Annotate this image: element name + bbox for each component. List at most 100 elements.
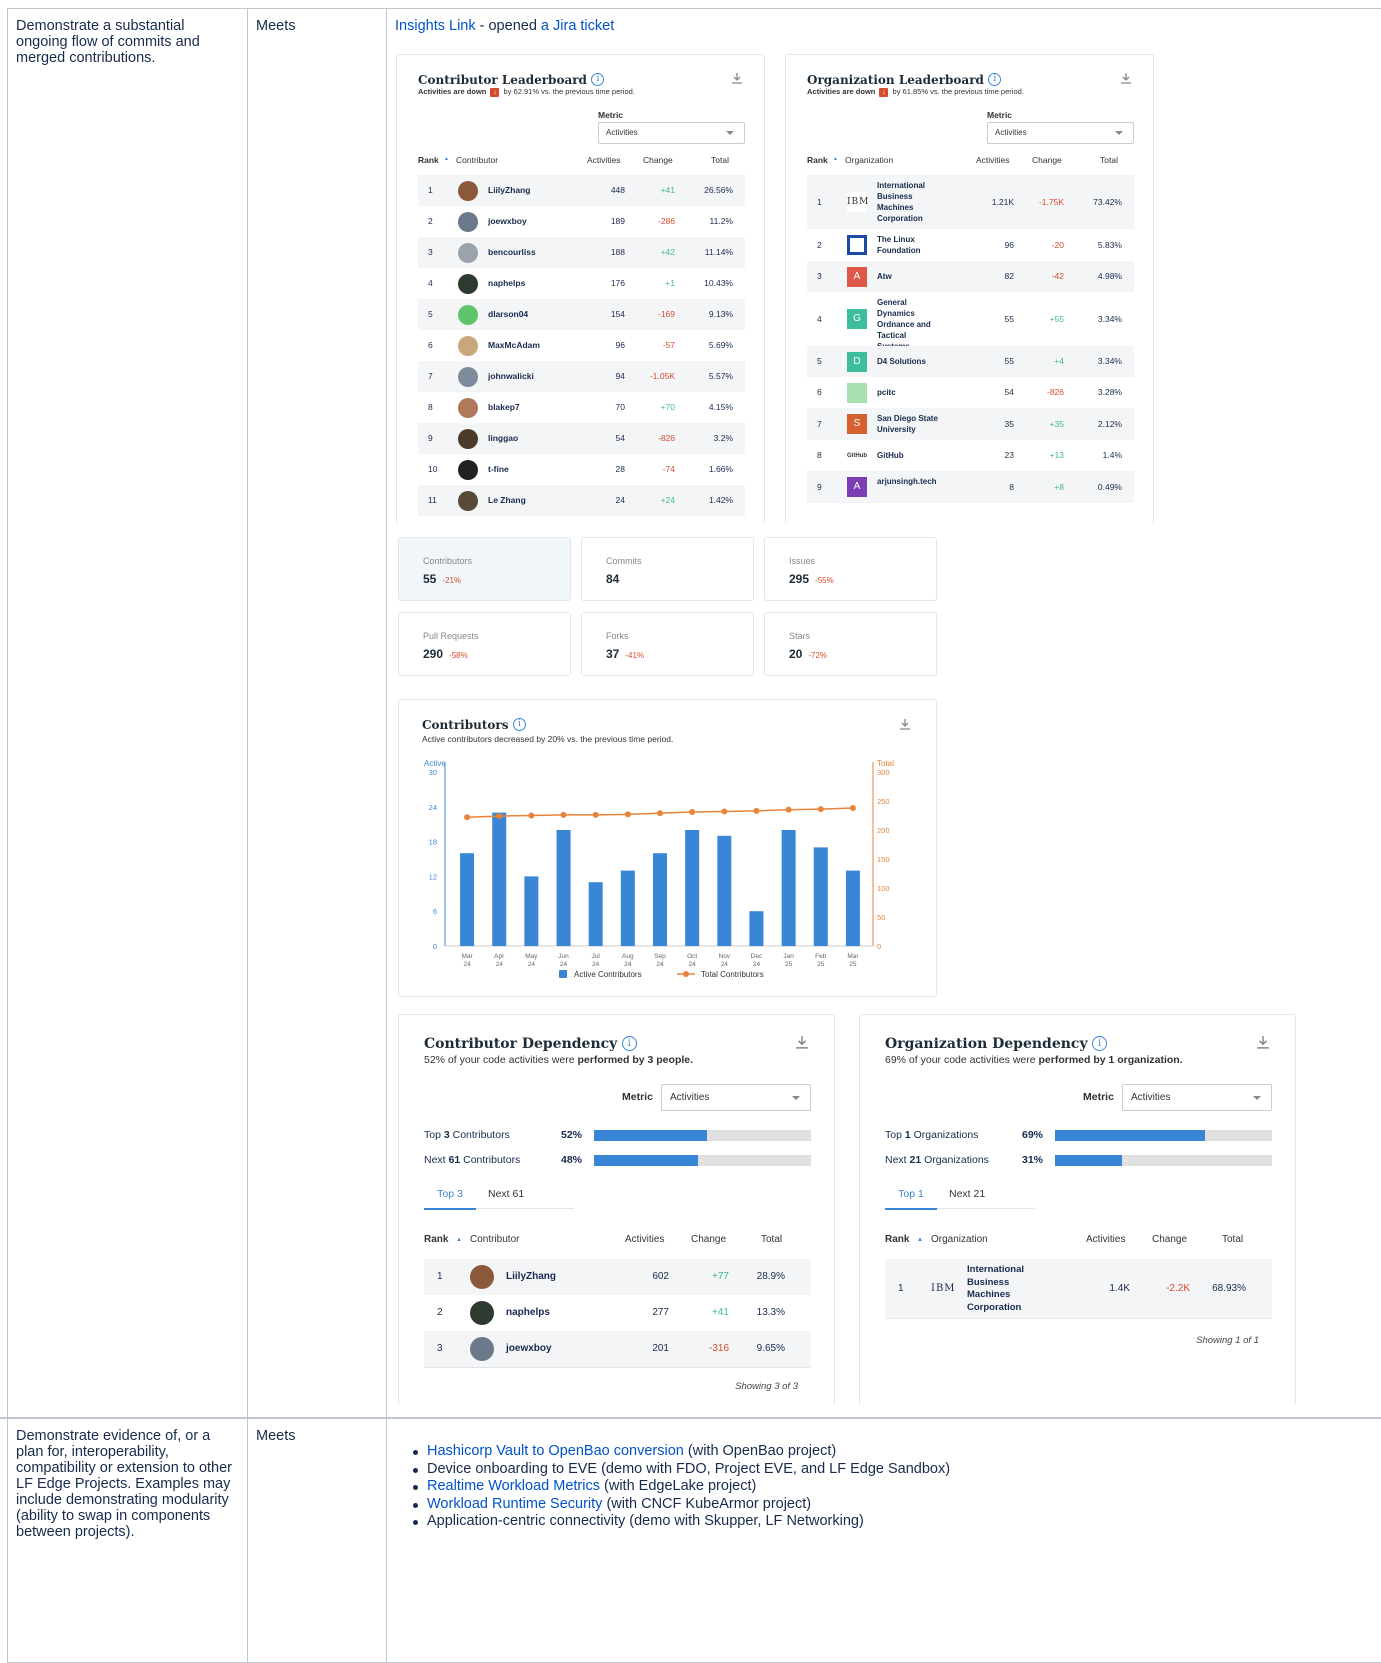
contributor-name[interactable]: naphelps <box>506 1295 550 1331</box>
table-row[interactable]: 1 IBM International Business Machines Corp… <box>807 175 1134 229</box>
table-row[interactable]: 4 naphelps 176 +1 10.43% <box>418 268 745 299</box>
y-tick-label: 12 <box>429 872 437 881</box>
insights-link[interactable]: Insights Link <box>395 18 476 34</box>
stat-card[interactable]: Forks 37 -41% <box>581 612 754 676</box>
column-header[interactable]: Rank <box>418 155 439 165</box>
column-header[interactable]: Rank <box>885 1234 909 1245</box>
organization-dependency: Organization Dependency i 69% of your co… <box>859 1014 1296 1406</box>
metric-select[interactable]: Activities <box>598 122 745 144</box>
label-pre: Top <box>885 1129 905 1141</box>
contributor-name[interactable]: Le Zhang <box>488 485 526 516</box>
table-row[interactable]: 7 johnwalicki 94 -1.05K 5.57% <box>418 361 745 392</box>
table-row[interactable]: 5 D D4 Solutions 55 +4 3.34% <box>807 346 1134 377</box>
table-row[interactable]: 2 naphelps 277 +41 13.3% <box>424 1295 811 1331</box>
stat-card[interactable]: Commits 84 <box>581 537 754 601</box>
stat-number: 290 <box>423 647 444 661</box>
tab-top[interactable]: Top 1 <box>885 1188 937 1210</box>
download-icon[interactable] <box>795 1035 809 1049</box>
total-cell: 4.15% <box>708 402 733 412</box>
info-icon[interactable]: i <box>591 73 605 87</box>
table-row[interactable]: 2 joewxboy 189 -286 11.2% <box>418 206 745 237</box>
sort-asc-icon[interactable]: ▲ <box>456 1237 462 1243</box>
contributor-leaderboard-title: Contributor Leaderboard <box>418 73 587 87</box>
contributor-name[interactable]: LiilyZhang <box>506 1259 556 1295</box>
download-icon[interactable] <box>1256 1035 1270 1049</box>
contributor-name[interactable]: LiilyZhang <box>488 175 531 206</box>
stat-card[interactable]: Issues 295 -55% <box>764 537 937 601</box>
metric-select[interactable]: Activities <box>1122 1084 1272 1111</box>
metric-label: Metric <box>598 110 624 120</box>
table-row[interactable]: 6 pcitc 54 -826 3.28% <box>807 377 1134 408</box>
subtitle-bold: performed by 1 organization. <box>1038 1054 1183 1066</box>
column-header[interactable]: Rank <box>807 155 828 165</box>
table-row[interactable]: 7 S San Diego State University 35 +35 2.12% <box>807 408 1134 440</box>
table-row[interactable]: 5 dlarson04 154 -169 9.13% <box>418 299 745 330</box>
stat-change: -41% <box>625 651 645 660</box>
table-row[interactable]: 10 t-fine 28 -74 1.66% <box>418 454 745 485</box>
table-row[interactable]: 11 Le Zhang 24 +24 1.42% <box>418 485 745 516</box>
info-icon[interactable]: i <box>988 73 1002 87</box>
metric-select[interactable]: Activities <box>661 1084 811 1111</box>
bar-active-contributors <box>556 830 571 946</box>
tab-next[interactable]: Next 21 <box>949 1188 985 1200</box>
contributor-name[interactable]: blakep7 <box>488 392 520 423</box>
tab-next[interactable]: Next 61 <box>488 1188 524 1200</box>
contributor-name[interactable]: bencourliss <box>488 237 536 268</box>
table-row[interactable]: 1 IBM International Business Machines Corp… <box>885 1259 1272 1319</box>
download-icon[interactable] <box>731 72 743 84</box>
table-row[interactable]: 3 joewxboy 201 -316 9.65% <box>424 1331 811 1367</box>
download-icon[interactable] <box>1120 72 1132 84</box>
table-row[interactable]: 8 blakep7 70 +70 4.15% <box>418 392 745 423</box>
table-row[interactable]: 1 LiilyZhang 602 +77 28.9% <box>424 1259 811 1295</box>
table-row[interactable]: 1 LiilyZhang 448 +41 26.56% <box>418 175 745 206</box>
point-total-contributors <box>721 808 728 815</box>
contributor-name[interactable]: linggao <box>488 423 518 454</box>
rank-cell: 2 <box>428 216 433 226</box>
stat-card[interactable]: Stars 20 -72% <box>764 612 937 676</box>
contributor-name[interactable]: joewxboy <box>488 206 527 237</box>
sort-asc-icon[interactable]: ▲ <box>444 156 449 162</box>
point-total-contributors <box>657 810 663 817</box>
stat-card[interactable]: Contributors 55 -21% <box>398 537 571 601</box>
info-icon[interactable]: i <box>621 1036 637 1052</box>
table-row[interactable]: 3 bencourliss 188 +42 11.14% <box>418 237 745 268</box>
integration-link[interactable]: Hashicorp Vault to OpenBao conversion <box>427 1443 684 1459</box>
table-row[interactable]: 4 G General Dynamics Ordnance and Tactical… <box>807 292 1134 351</box>
stat-card[interactable]: Pull Requests 290 -58% <box>398 612 571 676</box>
tab-top[interactable]: Top 3 <box>424 1188 476 1210</box>
integration-link[interactable]: Realtime Workload Metrics <box>427 1478 600 1494</box>
contributor-name[interactable]: naphelps <box>488 268 525 299</box>
criterion-text-2: Demonstrate evidence of, or a plan for, … <box>16 1428 232 1540</box>
organization-name: General Dynamics Ordnance and Tactical S… <box>877 298 931 351</box>
sort-asc-icon[interactable]: ▲ <box>917 1237 923 1243</box>
jira-ticket-link[interactable]: a Jira ticket <box>541 18 614 34</box>
table-row[interactable]: 2 The Linux Foundation 96 -20 5.83% <box>807 229 1134 261</box>
rank-cell: 1 <box>437 1271 443 1282</box>
activities-cell: 602 <box>652 1271 669 1282</box>
table-row[interactable]: 9 Aarjunsingh.tech 8 +8 0.49% <box>807 471 1134 503</box>
table-row[interactable]: 6 MaxMcAdam 96 -57 5.69% <box>418 330 745 361</box>
contributor-name[interactable]: dlarson04 <box>488 299 528 330</box>
column-header: Total <box>1100 155 1118 165</box>
activities-cell: 448 <box>610 185 625 195</box>
top-group-bar-fill <box>594 1130 707 1141</box>
table-row[interactable]: 3 A Atw 82 -42 4.98% <box>807 261 1134 292</box>
organization-leaderboard-title: Organization Leaderboard <box>807 73 984 87</box>
table-row[interactable]: 9 linggao 54 -826 3.2% <box>418 423 745 454</box>
integration-link[interactable]: Workload Runtime Security <box>427 1496 602 1512</box>
chevron-down-icon <box>792 1095 800 1100</box>
bar-active-contributors <box>620 870 635 946</box>
contributor-name[interactable]: joewxboy <box>506 1331 552 1367</box>
info-icon[interactable]: i <box>1092 1036 1108 1052</box>
y2-tick-label: 250 <box>877 797 890 806</box>
change-cell: -74 <box>662 464 675 474</box>
x-tick-label: May <box>525 953 538 960</box>
contributor-name[interactable]: johnwalicki <box>488 361 534 392</box>
bar-active-contributors <box>460 853 475 946</box>
contributor-name[interactable]: t-fine <box>488 454 509 485</box>
metric-select[interactable]: Activities <box>987 122 1134 144</box>
sort-asc-icon[interactable]: ▲ <box>833 156 838 162</box>
table-row[interactable]: 8 GitHub GitHub 23 +13 1.4% <box>807 440 1134 471</box>
contributor-name[interactable]: MaxMcAdam <box>488 330 540 361</box>
column-header[interactable]: Rank <box>424 1234 448 1245</box>
